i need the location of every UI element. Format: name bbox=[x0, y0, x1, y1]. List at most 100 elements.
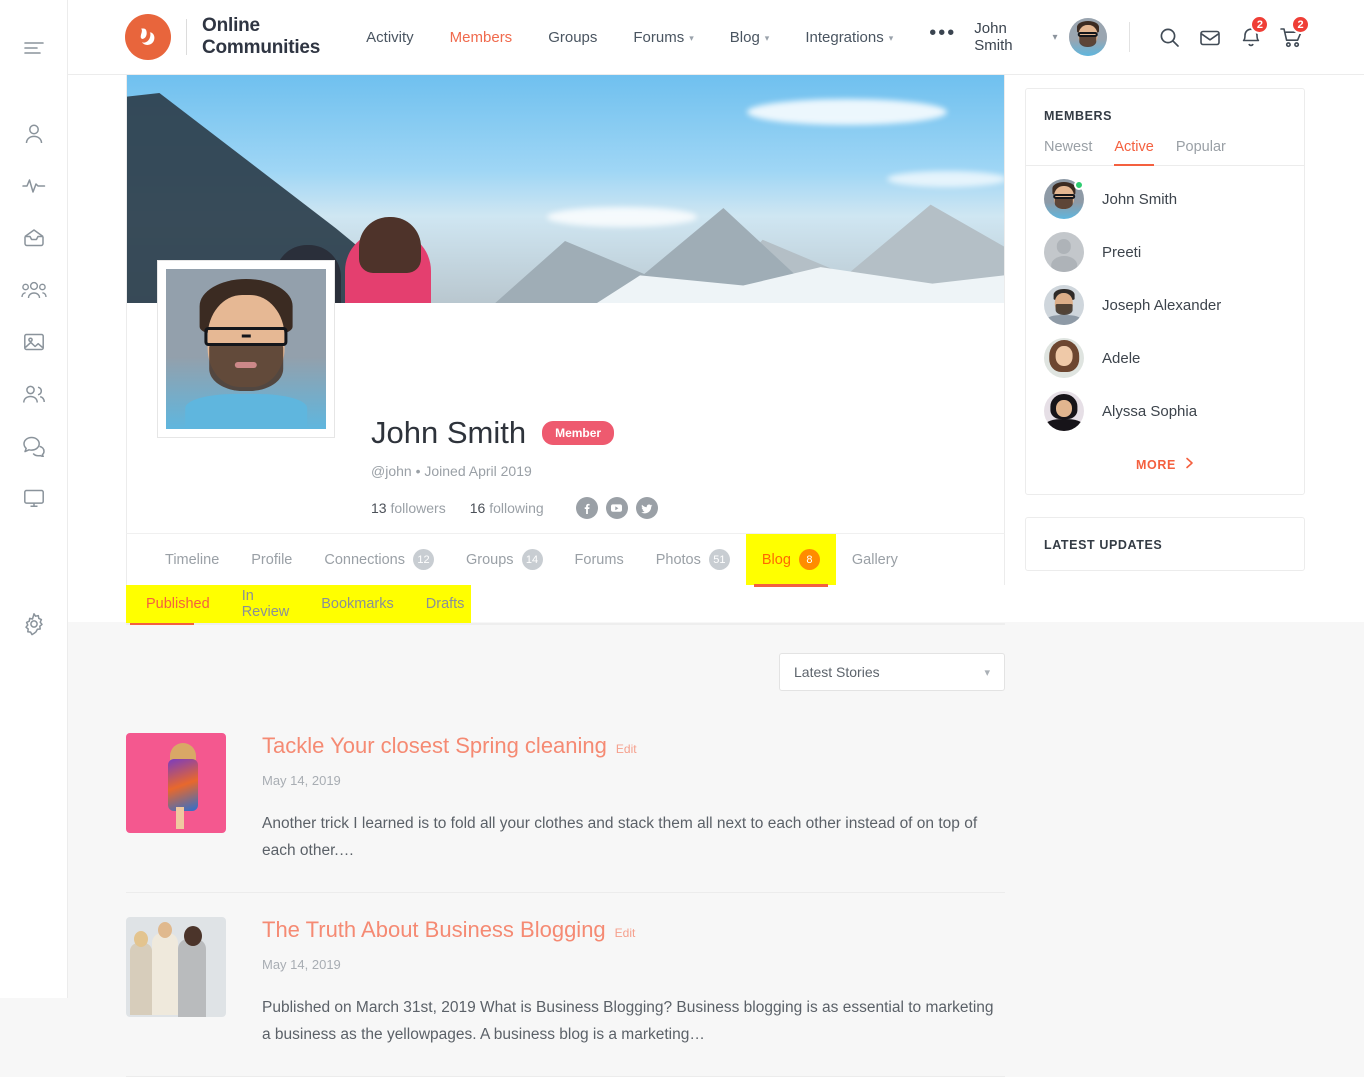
chat-bubble-icon[interactable] bbox=[0, 420, 68, 472]
nav-item-activity[interactable]: Activity bbox=[348, 29, 432, 46]
subtab-in-review[interactable]: In Review bbox=[226, 588, 306, 620]
member-name[interactable]: Adele bbox=[1102, 350, 1140, 367]
brand-line-1: Online bbox=[202, 15, 260, 36]
members-tab-active[interactable]: Active bbox=[1114, 139, 1154, 166]
list-item[interactable]: Alyssa Sophia bbox=[1026, 378, 1304, 431]
notifications-bell-icon[interactable]: 2 bbox=[1231, 15, 1272, 57]
post-thumbnail[interactable] bbox=[126, 733, 226, 833]
search-icon[interactable] bbox=[1150, 17, 1191, 57]
activity-pulse-icon[interactable] bbox=[0, 160, 68, 212]
page-body: John Smith Member @john • Joined April 2… bbox=[68, 75, 1364, 1077]
subtab-divider bbox=[126, 623, 1005, 625]
subtab-drafts[interactable]: Drafts bbox=[410, 596, 481, 612]
subtab-published[interactable]: Published bbox=[130, 596, 226, 612]
inbox-icon[interactable] bbox=[0, 212, 68, 264]
tab-label: Groups bbox=[465, 551, 514, 568]
members-more-link[interactable]: MORE bbox=[1026, 431, 1304, 472]
avatar[interactable] bbox=[1068, 18, 1107, 56]
post-title[interactable]: Tackle Your closest Spring cleaning bbox=[262, 733, 607, 759]
profile-tabs: Timeline Profile Connections 12 Groups 1… bbox=[126, 533, 1005, 587]
tab-groups[interactable]: Groups 14 bbox=[450, 534, 559, 585]
gear-icon[interactable] bbox=[0, 598, 68, 650]
cart-badge: 2 bbox=[1291, 15, 1310, 34]
tab-label: Gallery bbox=[851, 551, 898, 568]
social-icons bbox=[575, 497, 658, 519]
left-rail bbox=[0, 0, 68, 998]
nav-label: Integrations bbox=[805, 28, 884, 46]
post-thumbnail[interactable] bbox=[126, 917, 226, 1017]
logo-divider bbox=[186, 19, 187, 55]
list-item[interactable]: Adele bbox=[1026, 325, 1304, 378]
avatar bbox=[1044, 232, 1084, 272]
chevron-down-icon: ▾ bbox=[984, 666, 990, 679]
members-tab-popular[interactable]: Popular bbox=[1176, 139, 1226, 165]
brand-logo[interactable]: Online Communities bbox=[125, 14, 320, 60]
chevron-down-icon[interactable]: ▾ bbox=[1053, 32, 1058, 43]
post-edit-link[interactable]: Edit bbox=[616, 742, 637, 756]
member-name[interactable]: John Smith bbox=[1102, 191, 1177, 208]
facebook-icon[interactable] bbox=[575, 497, 598, 519]
right-sidebar: MEMBERS Newest Active Popular John Smith… bbox=[1025, 88, 1305, 571]
post-title[interactable]: The Truth About Business Blogging bbox=[262, 917, 606, 943]
header-user-name[interactable]: John Smith bbox=[974, 20, 1043, 54]
nav-item-forums[interactable]: Forums ▾ bbox=[615, 29, 711, 46]
monitor-icon[interactable] bbox=[0, 472, 68, 524]
member-name[interactable]: Joseph Alexander bbox=[1102, 297, 1221, 314]
tab-blog[interactable]: Blog 8 bbox=[745, 534, 836, 587]
user-icon[interactable] bbox=[0, 108, 68, 160]
profile-stats: 13 followers 16 following bbox=[371, 497, 1004, 519]
cart-icon[interactable]: 2 bbox=[1271, 15, 1312, 57]
post-edit-link[interactable]: Edit bbox=[615, 926, 636, 940]
members-tab-newest[interactable]: Newest bbox=[1044, 139, 1092, 165]
group-icon[interactable] bbox=[0, 264, 68, 316]
sort-select[interactable]: Latest Stories ▾ bbox=[779, 653, 1005, 691]
avatar bbox=[1044, 338, 1084, 378]
avatar bbox=[1044, 179, 1084, 219]
nav-label: Forums bbox=[633, 28, 685, 46]
tab-label: Timeline bbox=[165, 551, 220, 568]
inbox-icon[interactable] bbox=[1190, 17, 1231, 57]
tab-label: Profile bbox=[251, 551, 293, 568]
top-header: Online Communities Activity Members Grou… bbox=[68, 0, 1364, 75]
nav-item-blog[interactable]: Blog ▾ bbox=[712, 29, 788, 46]
list-item[interactable]: Joseph Alexander bbox=[1026, 272, 1304, 325]
list-item[interactable]: Preeti bbox=[1026, 219, 1304, 272]
photo-icon[interactable] bbox=[0, 316, 68, 368]
tab-forums[interactable]: Forums bbox=[559, 534, 640, 585]
avatar bbox=[1044, 285, 1084, 325]
tab-photos[interactable]: Photos 51 bbox=[640, 534, 746, 585]
members-icon[interactable] bbox=[0, 368, 68, 420]
members-widget: MEMBERS Newest Active Popular John Smith… bbox=[1025, 88, 1305, 495]
chevron-down-icon: ▾ bbox=[888, 32, 894, 43]
nav-label: Members bbox=[449, 28, 513, 46]
list-item: Tackle Your closest Spring cleaning Edit… bbox=[126, 709, 1005, 893]
member-name[interactable]: Preeti bbox=[1102, 244, 1141, 261]
subtab-bookmarks[interactable]: Bookmarks bbox=[305, 596, 410, 612]
online-status-dot bbox=[1074, 180, 1084, 190]
followers-stat[interactable]: 13 followers bbox=[371, 500, 446, 516]
subtab-active-underline bbox=[130, 623, 194, 625]
youtube-icon[interactable] bbox=[605, 497, 628, 519]
tab-label: Photos bbox=[655, 551, 701, 568]
blog-subtabs-wrap: Published In Review Bookmarks Drafts bbox=[126, 585, 1005, 635]
list-item[interactable]: John Smith bbox=[1026, 166, 1304, 219]
tab-timeline[interactable]: Timeline bbox=[149, 534, 235, 585]
member-name[interactable]: Alyssa Sophia bbox=[1102, 403, 1197, 420]
post-excerpt: Published on March 31st, 2019 What is Bu… bbox=[262, 999, 994, 1043]
nav-item-groups[interactable]: Groups bbox=[530, 29, 615, 46]
logo-mark-icon bbox=[125, 14, 171, 60]
menu-collapse-icon[interactable] bbox=[0, 22, 68, 74]
followers-count: 13 bbox=[371, 500, 387, 516]
tab-gallery[interactable]: Gallery bbox=[836, 534, 914, 585]
following-count: 16 bbox=[469, 500, 486, 516]
tab-connections[interactable]: Connections 12 bbox=[308, 534, 450, 585]
following-stat[interactable]: 16 following bbox=[470, 500, 544, 516]
tab-count: 14 bbox=[521, 549, 543, 570]
nav-more-button[interactable]: ••• bbox=[911, 23, 974, 46]
twitter-icon[interactable] bbox=[635, 497, 658, 519]
nav-item-integrations[interactable]: Integrations ▾ bbox=[787, 29, 911, 46]
tab-profile[interactable]: Profile bbox=[235, 534, 308, 585]
nav-item-members[interactable]: Members bbox=[432, 29, 531, 46]
profile-avatar[interactable] bbox=[157, 260, 335, 438]
notifications-badge: 2 bbox=[1250, 15, 1270, 34]
